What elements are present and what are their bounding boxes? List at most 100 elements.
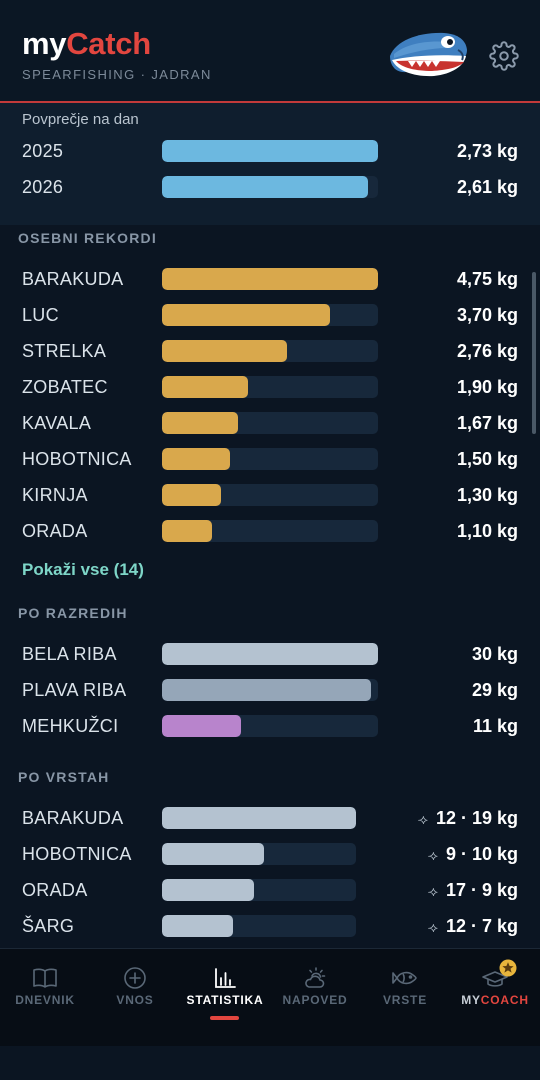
row-value: 30 kg — [471, 644, 518, 664]
nav-item-vrste[interactable]: VRSTE — [360, 949, 450, 1047]
row-value: 2,76 kg — [456, 341, 518, 361]
bar-chart-icon — [215, 968, 236, 988]
species-count: 17 — [445, 880, 466, 900]
star-badge-icon — [499, 959, 517, 977]
bar-track — [162, 304, 378, 326]
bottom-navigation: DNEVNIK VNOS STATISTIKA NAPOVED VRSTE MY… — [0, 948, 540, 1047]
bar-fill — [162, 520, 213, 542]
row-label: MEHKUŽCI — [22, 716, 119, 736]
species-count-weight: ⟢ 17 · 9 kg — [428, 872, 518, 909]
fish-icon — [392, 971, 417, 985]
average-row[interactable]: 2025 2,73 kg — [0, 133, 540, 169]
bar-fill — [162, 304, 331, 326]
record-row[interactable]: BARAKUDA 4,75 kg — [0, 261, 540, 297]
separator-dot: · — [455, 808, 472, 828]
record-row[interactable]: KIRNJA 1,30 kg — [0, 477, 540, 513]
species-count-weight: ⟢ 12 · 7 kg — [428, 908, 518, 945]
nav-label-dnevnik: DNEVNIK — [15, 993, 75, 1007]
nav-item-napoved[interactable]: NAPOVED — [270, 949, 360, 1047]
species-count-weight: ⟢ 9 · 10 kg — [428, 836, 518, 873]
nav-item-dnevnik[interactable]: DNEVNIK — [0, 949, 90, 1047]
bar-track — [162, 376, 378, 398]
species-row[interactable]: HOBOTNICA ⟢ 9 · 10 kg — [0, 836, 540, 872]
bar-fill — [162, 843, 265, 865]
nav-label-mycoach-my: MY — [461, 993, 481, 1007]
row-label: STRELKA — [22, 341, 107, 361]
row-label: KIRNJA — [22, 485, 88, 505]
row-value: 1,10 kg — [456, 521, 518, 541]
separator-dot: · — [455, 844, 472, 864]
bar-track — [162, 340, 378, 362]
app-subtitle: SPEARFISHING · JADRAN — [22, 67, 212, 82]
nav-item-mycoach[interactable]: MYCOACH — [450, 949, 540, 1047]
species-weight: 9 kg — [481, 880, 518, 900]
separator-dot: · — [465, 880, 482, 900]
species-section-title: PO VRSTAH — [18, 769, 110, 785]
row-label: 2026 — [22, 177, 64, 197]
bar-fill — [162, 268, 378, 290]
species-weight: 7 kg — [481, 916, 518, 936]
row-label: ORADA — [22, 521, 88, 541]
book-icon — [33, 968, 57, 988]
nav-label-mycoach-coach: COACH — [480, 993, 529, 1007]
records-section-title: OSEBNI REKORDI — [18, 230, 157, 246]
row-value: 3,70 kg — [456, 305, 518, 325]
species-row[interactable]: BARAKUDA ⟢ 12 · 19 kg — [0, 800, 540, 836]
record-row[interactable]: KAVALA 1,67 kg — [0, 405, 540, 441]
classes-section-title: PO RAZREDIH — [18, 605, 128, 621]
average-row[interactable]: 2026 2,61 kg — [0, 169, 540, 205]
class-row[interactable]: MEHKUŽCI 11 kg — [0, 708, 540, 744]
nav-item-statistika[interactable]: STATISTIKA — [180, 949, 270, 1047]
bar-track — [162, 843, 356, 865]
bar-fill — [162, 807, 356, 829]
bar-track — [162, 807, 356, 829]
row-value: 1,30 kg — [456, 485, 518, 505]
row-label: BARAKUDA — [22, 269, 124, 289]
row-label: ORADA — [22, 880, 88, 900]
row-label: 2025 — [22, 141, 64, 161]
row-label: LUC — [22, 305, 59, 325]
bar-fill — [162, 679, 371, 701]
active-tab-indicator — [210, 1016, 239, 1020]
record-row[interactable]: ZOBATEC 1,90 kg — [0, 369, 540, 405]
bar-track — [162, 176, 378, 198]
bar-fill — [162, 484, 222, 506]
app-header: myCatch SPEARFISHING · JADRAN — [0, 0, 540, 103]
nav-item-vnos[interactable]: VNOS — [90, 949, 180, 1047]
logo-text-my: my — [22, 26, 67, 61]
row-label: KAVALA — [22, 413, 92, 433]
row-value: 1,90 kg — [456, 377, 518, 397]
bar-fill — [162, 915, 234, 937]
bar-track — [162, 879, 356, 901]
row-value: 29 kg — [471, 680, 518, 700]
bar-fill — [162, 176, 369, 198]
fish-count-icon: ⟢ — [417, 811, 428, 827]
record-row[interactable]: STRELKA 2,76 kg — [0, 333, 540, 369]
row-label: PLAVA RIBA — [22, 680, 127, 700]
logo-text-catch: Catch — [66, 26, 151, 61]
bar-track — [162, 268, 378, 290]
species-weight: 19 kg — [471, 808, 518, 828]
fish-count-icon: ⟢ — [427, 847, 438, 863]
class-row[interactable]: PLAVA RIBA 29 kg — [0, 672, 540, 708]
row-value: 2,73 kg — [456, 141, 518, 161]
record-row[interactable]: LUC 3,70 kg — [0, 297, 540, 333]
settings-gear-icon[interactable] — [489, 41, 519, 71]
species-row[interactable]: ORADA ⟢ 17 · 9 kg — [0, 872, 540, 908]
scrollbar[interactable] — [532, 272, 536, 434]
show-all-records-link[interactable]: Pokaži vse (14) — [22, 560, 144, 580]
species-row[interactable]: ŠARG ⟢ 12 · 7 kg — [0, 908, 540, 944]
row-label: BARAKUDA — [22, 808, 124, 828]
species-count: 9 — [445, 844, 456, 864]
fish-count-icon: ⟢ — [427, 919, 438, 935]
class-row[interactable]: BELA RIBA 30 kg — [0, 636, 540, 672]
bar-track — [162, 679, 378, 701]
row-label: BELA RIBA — [22, 644, 117, 664]
bar-track — [162, 643, 378, 665]
record-row[interactable]: HOBOTNICA 1,50 kg — [0, 441, 540, 477]
species-count-weight: ⟢ 12 · 19 kg — [418, 800, 518, 837]
record-row[interactable]: ORADA 1,10 kg — [0, 513, 540, 549]
separator-dot: · — [465, 916, 482, 936]
row-value: 2,61 kg — [456, 177, 518, 197]
bar-fill — [162, 879, 254, 901]
